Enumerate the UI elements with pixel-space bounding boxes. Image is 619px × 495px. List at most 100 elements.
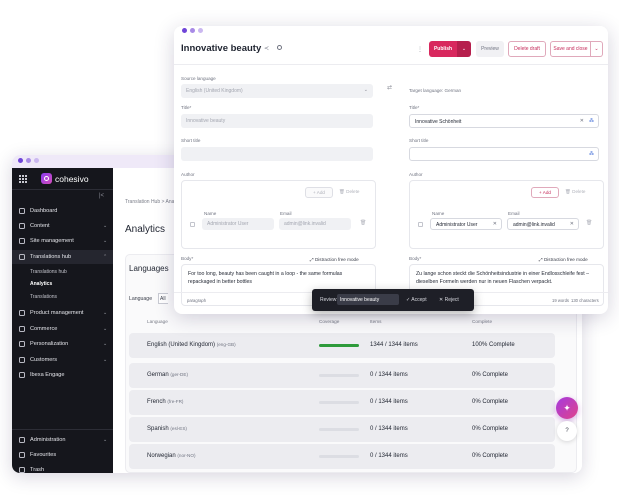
target-short-title-field[interactable]: ⁂	[409, 147, 599, 161]
save-and-close-button[interactable]: Save and close	[550, 41, 591, 57]
target-title-field[interactable]: Innovative Schönheit ✕ ⁂	[409, 114, 599, 128]
source-short-title-field	[181, 147, 373, 161]
source-language-label: Source language	[181, 76, 216, 81]
delete-label: Delete	[572, 189, 586, 194]
ai-assistant-button[interactable]: ✦	[556, 397, 578, 419]
distraction-free-toggle[interactable]: ⤢ Distraction free mode	[539, 257, 588, 262]
target-title-value: Innovative Schönheit	[415, 119, 462, 125]
help-button[interactable]: ?	[557, 421, 577, 441]
language-name: French	[147, 399, 166, 405]
language-select[interactable]: All	[158, 293, 168, 304]
table-row[interactable]: Spanish (esl-ES) 0 / 1344 items 0% Compl…	[129, 417, 555, 442]
publish-options-button[interactable]: ⌄	[457, 41, 471, 57]
sidebar-item-commerce[interactable]: Commerce ⌄	[12, 322, 113, 336]
expand-icon: ⤢	[310, 257, 314, 262]
publish-button[interactable]: Publish	[429, 41, 457, 57]
app-grid-icon[interactable]	[19, 175, 27, 183]
window-dot-icon	[190, 28, 195, 33]
more-options-icon[interactable]: ⋮	[417, 46, 423, 53]
table-row[interactable]: Norwegian (nor-NO) 0 / 1344 items 0% Com…	[129, 444, 555, 469]
preview-button[interactable]: Preview	[476, 41, 504, 57]
delete-draft-button[interactable]: Delete draft	[508, 41, 546, 57]
sidebar-subitem-translations-hub[interactable]: Translations hub	[30, 269, 67, 275]
reject-button[interactable]: ✕ Reject	[439, 297, 459, 303]
coverage-bar	[319, 401, 359, 404]
source-author-name: Administrator User	[202, 218, 274, 230]
sidebar-item-content[interactable]: Content ⌄	[12, 219, 113, 233]
chevron-down-icon: ⌄	[103, 238, 108, 244]
complete-cell: 0% Complete	[472, 453, 509, 459]
sidebar-subitem-translations[interactable]: Translations	[30, 294, 57, 300]
product-icon	[19, 310, 25, 316]
complete-cell: 0% Complete	[472, 399, 509, 405]
window-dot-icon	[198, 28, 203, 33]
trash-icon: 🗑	[339, 189, 345, 194]
chevron-down-icon: ⌄	[363, 87, 368, 93]
language-name: German	[147, 372, 169, 378]
author-checkbox[interactable]	[418, 222, 423, 227]
author-name-field[interactable]: Administrator User ✕	[430, 218, 502, 230]
text-style-select[interactable]: paragraph	[187, 298, 206, 303]
add-author-button[interactable]: + Add	[531, 187, 559, 198]
target-author-box: + Add 🗑 Delete Name Email Administrator …	[409, 180, 604, 249]
table-row[interactable]: German (ger-DE) 0 / 1344 items 0% Comple…	[129, 363, 555, 388]
sidebar-item-label: Commerce	[30, 326, 58, 332]
column-header-items: Items	[370, 319, 382, 324]
ai-assist-icon[interactable]: ⁂	[589, 151, 594, 157]
clear-icon[interactable]: ✕	[580, 118, 584, 124]
clear-icon[interactable]: ✕	[570, 221, 574, 227]
collapse-sidebar-icon[interactable]: |<	[99, 193, 104, 199]
clear-icon[interactable]: ✕	[493, 221, 497, 227]
name-column-label: Name	[204, 211, 217, 216]
trash-icon[interactable]: 🗑	[586, 220, 592, 226]
delete-author-button[interactable]: 🗑 Delete	[565, 189, 585, 195]
ai-assist-icon[interactable]: ⁂	[589, 118, 594, 124]
language-code: (ger-DE)	[170, 372, 188, 377]
save-options-button[interactable]: ⌄	[591, 41, 603, 57]
translate-icon	[19, 254, 25, 260]
share-icon[interactable]: ≺	[264, 45, 269, 52]
coverage-bar	[319, 428, 359, 431]
email-column-label: Email	[280, 211, 292, 216]
sidebar-item-administration[interactable]: Administration ⌄	[12, 433, 113, 447]
language-cell: German (ger-DE)	[147, 372, 188, 378]
page-title: Analytics	[125, 224, 166, 235]
items-cell: 1344 / 1344 items	[370, 342, 418, 348]
sidebar-header: cohesivo	[12, 168, 113, 190]
sidebar-item-label: Ibexa Engage	[30, 372, 65, 378]
sidebar-item-ibexa-engage[interactable]: Ibexa Engage	[12, 368, 113, 382]
sidebar-item-translations-hub[interactable]: Translations hub ⌃	[12, 250, 113, 264]
swap-languages-icon[interactable]: ⇄	[387, 84, 392, 91]
dashboard-icon	[19, 208, 25, 214]
chevron-down-icon: ⌄	[103, 437, 108, 443]
window-dot-icon	[18, 158, 23, 163]
breadcrumb[interactable]: Translation Hub > Ana	[125, 199, 174, 205]
sidebar-item-trash[interactable]: Trash	[12, 463, 113, 473]
brand-name: cohesivo	[55, 174, 89, 184]
sidebar-subitem-analytics[interactable]: Analytics	[30, 281, 52, 287]
sidebar-item-product-management[interactable]: Product management ⌄	[12, 306, 113, 320]
sidebar-item-label: Site management	[30, 238, 74, 244]
sidebar-item-dashboard[interactable]: Dashboard	[12, 204, 113, 218]
search-icon[interactable]	[277, 45, 282, 50]
language-name: Spanish	[147, 426, 169, 432]
author-email-field[interactable]: admin@link.invalid ✕	[507, 218, 579, 230]
coverage-bar	[319, 455, 359, 458]
source-author-label: Author	[181, 172, 195, 177]
sidebar-item-favourites[interactable]: Favourites	[12, 448, 113, 462]
sidebar-item-personalization[interactable]: Personalization ⌄	[12, 337, 113, 351]
author-checkbox	[190, 222, 195, 227]
table-row[interactable]: English (United Kingdom) (eng-GB) 1344 /…	[129, 333, 555, 358]
target-body-label: Body*	[409, 256, 422, 261]
coverage-bar	[319, 344, 359, 347]
personalization-icon	[19, 341, 25, 347]
accept-button[interactable]: ✓ Accept	[406, 297, 427, 303]
email-column-label: Email	[508, 211, 520, 216]
source-language-select: English (United Kingdom) ⌄	[181, 84, 373, 98]
sidebar-item-label: Content	[30, 223, 50, 229]
target-author-label: Author	[409, 172, 423, 177]
sidebar-item-customers[interactable]: Customers ⌄	[12, 353, 113, 367]
source-short-title-label: Short title	[181, 138, 201, 143]
sidebar-item-site-management[interactable]: Site management ⌄	[12, 234, 113, 248]
table-row[interactable]: French (fre-FR) 0 / 1344 items 0% Comple…	[129, 390, 555, 415]
